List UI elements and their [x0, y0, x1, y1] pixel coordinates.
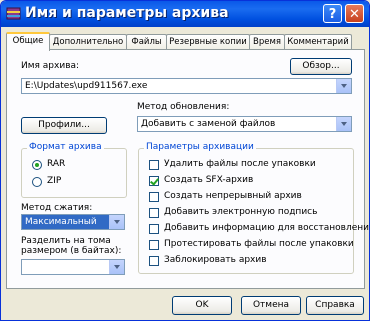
archive-name-label: Имя архива:: [21, 61, 80, 71]
chevron-down-icon[interactable]: [336, 117, 351, 131]
signature-checkbox[interactable]: [149, 208, 159, 218]
archiving-options-group: Параметры архивации Удалить файлы после …: [138, 142, 369, 274]
browse-button[interactable]: Обзор...: [290, 58, 352, 75]
archive-name-combo[interactable]: E:\Updates\upd911567.exe: [21, 78, 352, 94]
zip-label: ZIP: [47, 176, 62, 186]
window-title: Имя и параметры архива: [25, 5, 229, 21]
help-button[interactable]: Справка: [306, 296, 364, 315]
profiles-button[interactable]: Профили...: [21, 117, 107, 134]
archive-dialog: Имя и параметры архива ? ✕ Общие Дополни…: [0, 0, 370, 321]
winrar-icon: [6, 7, 21, 20]
split-label-1: Разделить на тома: [21, 236, 111, 246]
delete-files-checkbox[interactable]: [149, 160, 159, 170]
title-bar[interactable]: Имя и параметры архива ? ✕: [1, 1, 369, 27]
recovery-info-checkbox[interactable]: [149, 224, 159, 234]
tab-time[interactable]: Время: [249, 34, 285, 49]
sfx-label: Создать SFX-архив: [164, 175, 254, 185]
compression-value: Максимальный: [25, 217, 97, 227]
tab-advanced[interactable]: Дополнительно: [49, 34, 127, 49]
lock-archive-checkbox[interactable]: [149, 256, 159, 266]
general-tab-panel: Имя архива: Обзор... E:\Updates\upd91156…: [6, 49, 369, 289]
test-files-checkbox[interactable]: [149, 240, 159, 250]
format-group-title: Формат архива: [27, 142, 104, 152]
signature-label: Добавить электронную подпись: [164, 207, 318, 217]
compression-label: Метод сжатия:: [21, 203, 93, 213]
help-title-button[interactable]: ?: [323, 4, 342, 23]
test-files-label: Протестировать файлы после упаковки: [164, 239, 354, 249]
tab-comment[interactable]: Комментарий: [284, 34, 352, 49]
rar-radio[interactable]: [32, 160, 42, 170]
chevron-down-icon[interactable]: [109, 215, 124, 229]
sfx-checkbox[interactable]: [149, 176, 159, 186]
solid-archive-label: Создать непрерывный архив: [164, 191, 302, 201]
chevron-down-icon[interactable]: [109, 260, 124, 274]
cancel-button[interactable]: Отмена: [241, 296, 301, 315]
close-button[interactable]: ✕: [345, 4, 364, 23]
lock-archive-label: Заблокировать архив: [164, 255, 267, 265]
update-method-select[interactable]: Добавить с заменой файлов: [137, 116, 352, 132]
split-volume-combo[interactable]: [21, 259, 125, 275]
update-method-value: Добавить с заменой файлов: [141, 119, 276, 129]
format-group: Формат архива RAR ZIP: [21, 142, 127, 198]
solid-archive-checkbox[interactable]: [149, 192, 159, 202]
tab-general[interactable]: Общие: [6, 32, 50, 51]
recovery-info-label: Добавить информацию для восстановления: [164, 223, 370, 233]
options-group-title: Параметры архивации: [144, 142, 256, 152]
chevron-down-icon[interactable]: [336, 79, 351, 93]
split-label-2: размером (в байтах):: [21, 246, 122, 256]
tab-backup[interactable]: Резервные копии: [166, 34, 250, 49]
rar-label: RAR: [47, 159, 66, 169]
delete-files-label: Удалить файлы после упаковки: [164, 159, 316, 169]
ok-button[interactable]: OK: [172, 296, 232, 315]
archive-name-value: E:\Updates\upd911567.exe: [25, 81, 148, 91]
tab-files[interactable]: Файлы: [126, 34, 167, 49]
update-method-label: Метод обновления:: [137, 102, 230, 112]
zip-radio[interactable]: [32, 177, 42, 187]
compression-select[interactable]: Максимальный: [21, 214, 125, 230]
